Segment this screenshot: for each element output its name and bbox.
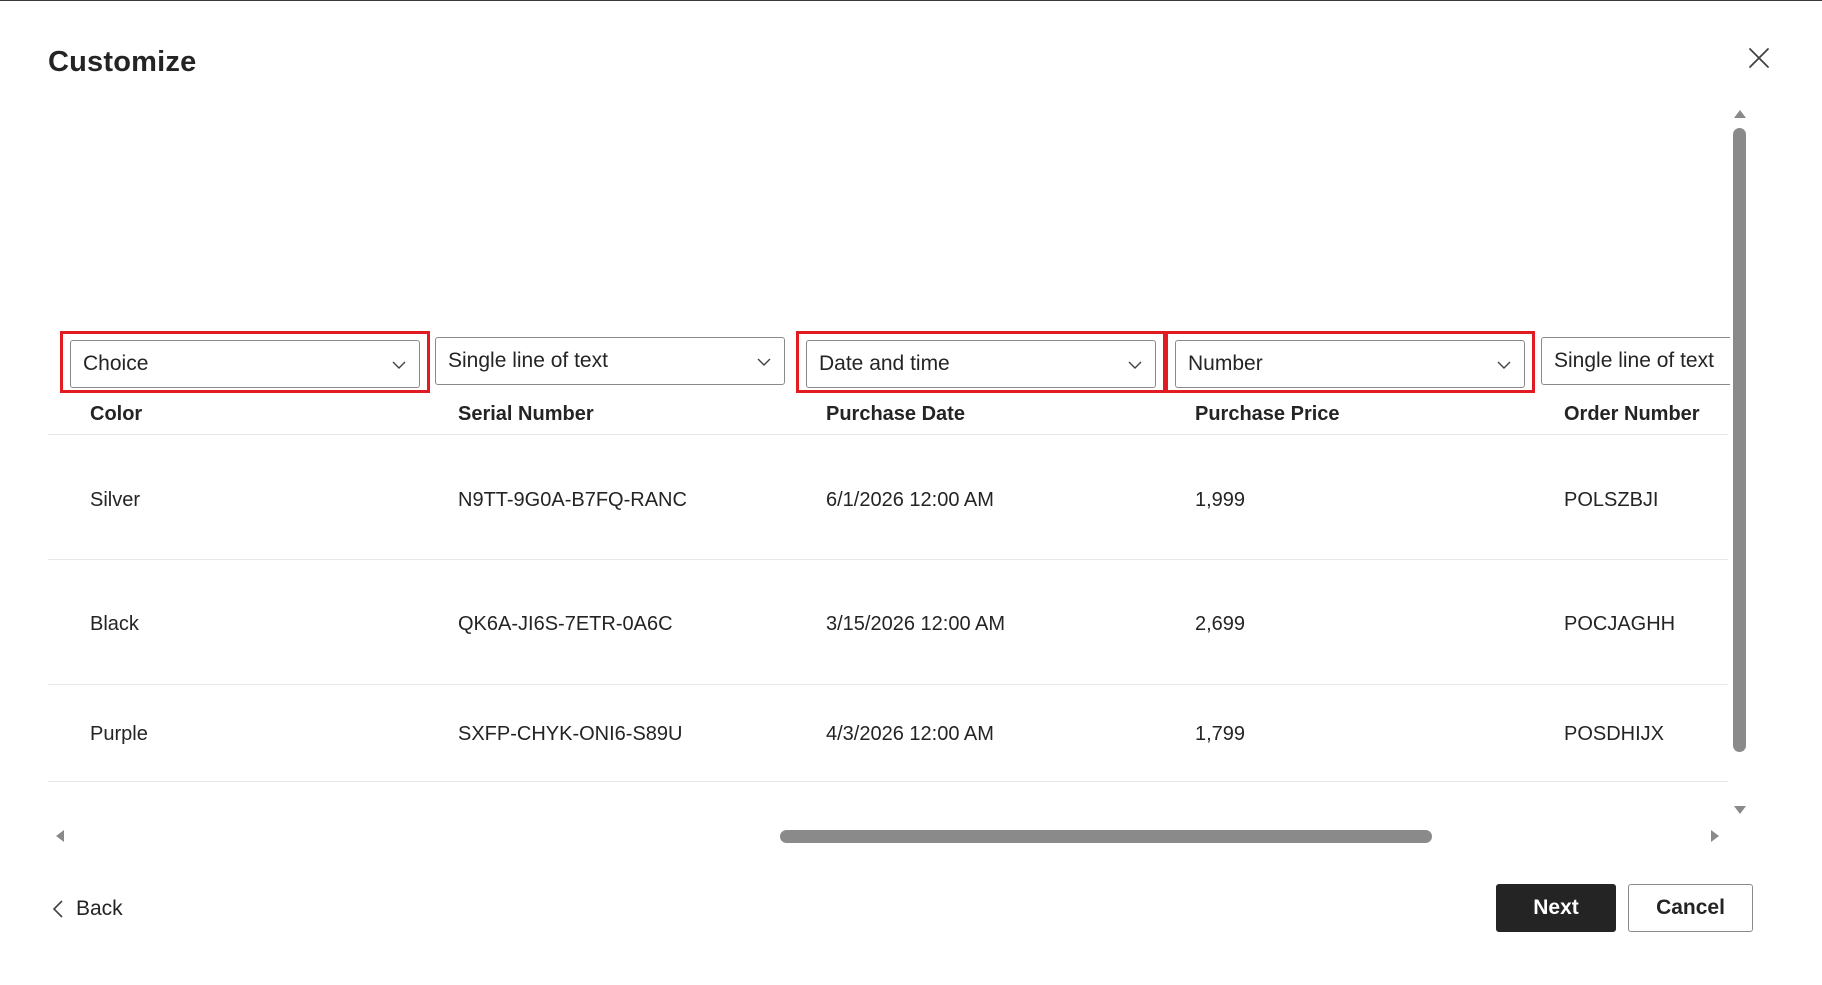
column-type-value: Number (1188, 352, 1263, 375)
close-icon (1749, 48, 1769, 68)
back-button-label: Back (76, 897, 123, 920)
horizontal-scrollbar-thumb[interactable] (780, 830, 1432, 843)
row-divider (48, 781, 1728, 782)
table-cell: POCJAGHH (1564, 613, 1676, 635)
column-type-dropdown[interactable]: Choice (70, 340, 420, 388)
chevron-down-icon (1497, 361, 1511, 369)
table-cell: N9TT-9G0A-B7FQ-RANC (458, 489, 687, 511)
chevron-left-icon (52, 900, 63, 918)
table-cell: SXFP-CHYK-ONI6-S89U (458, 723, 683, 745)
customize-dialog: Customize Choice Color Silver Black Purp… (0, 0, 1822, 985)
column-type-dropdown[interactable]: Date and time (806, 340, 1156, 388)
column-type-value: Single line of text (1554, 349, 1714, 372)
vertical-scrollbar-thumb[interactable] (1733, 128, 1746, 752)
column-type-value: Single line of text (448, 349, 608, 372)
column-purchase-date: Date and time Purchase Date 6/1/2026 12:… (796, 101, 1166, 825)
column-purchase-price: Number Purchase Price 1,999 2,699 1,799 (1165, 101, 1535, 825)
column-type-dropdown[interactable]: Single line of text (1541, 337, 1730, 385)
column-header: Purchase Price (1195, 403, 1340, 425)
column-header: Order Number (1564, 403, 1700, 425)
dialog-title: Customize (48, 46, 197, 78)
column-type-value: Choice (83, 352, 149, 375)
table-cell: Purple (90, 723, 148, 745)
data-grid-content: Choice Color Silver Black Purple Single … (48, 101, 1730, 825)
scroll-right-icon[interactable] (1711, 830, 1719, 842)
scroll-down-icon[interactable] (1734, 806, 1746, 814)
table-cell: 3/15/2026 12:00 AM (826, 613, 1006, 635)
row-divider (48, 434, 1728, 435)
chevron-down-icon (757, 358, 771, 366)
table-cell: 1,799 (1195, 723, 1246, 745)
column-type-highlight: Choice (60, 331, 430, 393)
scroll-up-icon[interactable] (1734, 110, 1746, 118)
close-button[interactable] (1748, 47, 1774, 73)
column-type-highlight: Number (1165, 331, 1535, 393)
column-header: Purchase Date (826, 403, 965, 425)
table-cell: QK6A-JI6S-7ETR-0A6C (458, 613, 673, 635)
chevron-down-icon (1128, 361, 1142, 369)
column-type-dropdown[interactable]: Single line of text (435, 337, 785, 385)
column-type-wrapper: Single line of text (1534, 331, 1730, 393)
column-type-wrapper: Single line of text (428, 331, 798, 393)
chevron-down-icon (392, 361, 406, 369)
data-grid: Choice Color Silver Black Purple Single … (48, 101, 1730, 825)
next-button[interactable]: Next (1496, 884, 1616, 932)
table-cell: 2,699 (1195, 613, 1246, 635)
column-header: Color (90, 403, 143, 425)
table-cell: Black (90, 613, 139, 635)
back-button[interactable]: Back (52, 894, 123, 924)
row-divider (48, 559, 1728, 560)
column-order-number: Single line of text Order Number POLSZBJ… (1534, 101, 1730, 825)
column-type-highlight: Date and time (796, 331, 1166, 393)
row-divider (48, 684, 1728, 685)
column-header: Serial Number (458, 403, 594, 425)
cancel-button[interactable]: Cancel (1628, 884, 1753, 932)
table-cell: Silver (90, 489, 141, 511)
column-type-value: Date and time (819, 352, 950, 375)
column-color: Choice Color Silver Black Purple (60, 101, 430, 825)
table-cell: 4/3/2026 12:00 AM (826, 723, 994, 745)
table-cell: 6/1/2026 12:00 AM (826, 489, 994, 511)
table-cell: POLSZBJI (1564, 489, 1659, 511)
column-type-dropdown[interactable]: Number (1175, 340, 1525, 388)
table-cell: POSDHIJX (1564, 723, 1665, 745)
scroll-left-icon[interactable] (56, 830, 64, 842)
table-cell: 1,999 (1195, 489, 1246, 511)
column-serial-number: Single line of text Serial Number N9TT-9… (428, 101, 788, 825)
